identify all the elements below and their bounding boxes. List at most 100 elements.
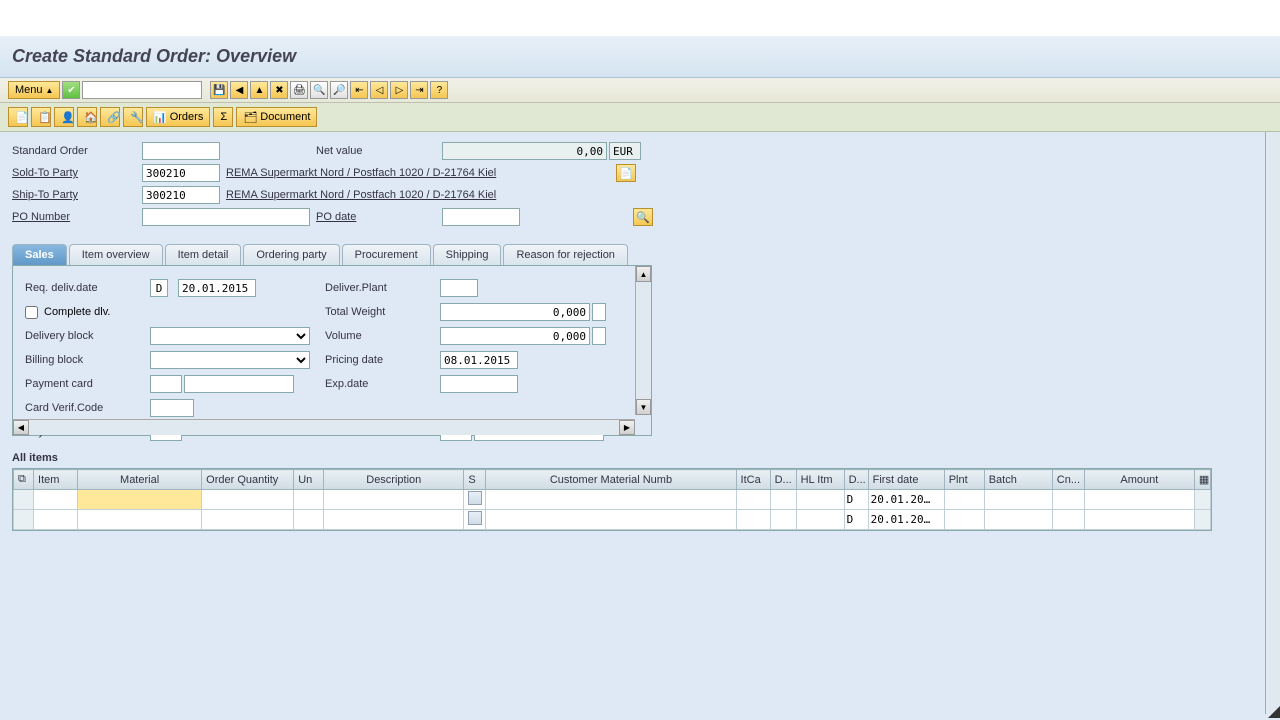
billing-block-select[interactable] [150,351,310,369]
delivery-block-label: Delivery block [25,330,150,342]
command-field[interactable] [82,81,202,99]
tab-item-overview[interactable]: Item overview [69,244,163,265]
resize-handle-icon[interactable] [1268,706,1280,718]
tab-reason-rejection[interactable]: Reason for rejection [503,244,627,265]
payment-card-number[interactable] [184,375,294,393]
delivery-block-select[interactable] [150,327,310,345]
po-date-label: PO date [316,211,442,223]
ship-to-input[interactable] [142,186,220,204]
items-grid[interactable]: ⧉ Item Material Order Quantity Un Descri… [12,468,1212,531]
org-icon[interactable]: 🏠 [77,107,97,127]
find-icon[interactable]: 🔍 [310,81,328,99]
col-qty[interactable]: Order Quantity [202,470,294,490]
display-icon[interactable]: 📄 [8,107,28,127]
orders-button[interactable]: 📊 Orders [146,107,210,127]
complete-dlv-checkbox[interactable] [25,306,38,319]
back-icon[interactable]: ◀ [230,81,248,99]
tab-sales[interactable]: Sales [12,244,67,265]
scroll-right-icon[interactable]: ▶ [619,420,635,435]
col-custmat[interactable]: Customer Material Numb [486,470,736,490]
table-row[interactable]: D 20.01.20… [14,490,1211,510]
col-s[interactable]: S [464,470,486,490]
col-hlitm[interactable]: HL Itm [796,470,844,490]
exit-icon[interactable]: ▲ [250,81,268,99]
col-select[interactable]: ⧉ [14,470,34,490]
pricing-date-input[interactable] [440,351,518,369]
cancel-icon[interactable]: ✖ [270,81,288,99]
tab-shipping[interactable]: Shipping [433,244,502,265]
tab-procurement[interactable]: Procurement [342,244,431,265]
find-next-icon[interactable]: 🔎 [330,81,348,99]
col-plnt[interactable]: Plnt [944,470,984,490]
total-weight-unit[interactable] [592,303,606,321]
row-checkbox[interactable] [468,511,482,525]
po-search-icon[interactable]: 🔍 [633,208,653,226]
partner-search-icon[interactable]: 📄 [616,164,636,182]
tab-hscroll[interactable]: ◀ ▶ [13,419,635,435]
prev-page-icon[interactable]: ◁ [370,81,388,99]
help-icon[interactable]: ? [430,81,448,99]
volume-unit[interactable] [592,327,606,345]
content-area: Standard Order Net value Sold-To Party R… [0,132,1280,720]
currency-field [609,142,641,160]
sold-to-label: Sold-To Party [12,167,142,179]
application-toolbar: 📄 📋 👤 🏠 🔗 🔧 📊 Orders Σ 🗂 Document [0,103,1280,132]
net-value-field [442,142,607,160]
last-page-icon[interactable]: ⇥ [410,81,428,99]
payment-card-type[interactable] [150,375,182,393]
card-verif-label: Card Verif.Code [25,402,150,414]
enter-button[interactable]: ✔ [62,81,80,99]
total-weight-label: Total Weight [325,306,440,318]
sum-icon[interactable]: Σ [213,107,233,127]
config-icon[interactable]: 🔧 [123,107,143,127]
exp-date-input[interactable] [440,375,518,393]
link-icon[interactable]: 🔗 [100,107,120,127]
document-button[interactable]: 🗂 Document [236,107,317,127]
req-deliv-date[interactable] [178,279,256,297]
tab-ordering-party[interactable]: Ordering party [243,244,339,265]
first-page-icon[interactable]: ⇤ [350,81,368,99]
sold-to-input[interactable] [142,164,220,182]
col-d2[interactable]: D... [844,470,868,490]
col-item[interactable]: Item [34,470,78,490]
tab-item-detail[interactable]: Item detail [165,244,242,265]
partner-icon[interactable]: 👤 [54,107,74,127]
tabstrip: Sales Item overview Item detail Ordering… [12,244,652,266]
po-number-label: PO Number [12,211,142,223]
row-checkbox[interactable] [468,491,482,505]
col-d1[interactable]: D... [770,470,796,490]
col-cn[interactable]: Cn... [1052,470,1084,490]
scroll-down-icon[interactable]: ▼ [636,399,651,415]
exp-date-label: Exp.date [325,378,440,390]
col-itca[interactable]: ItCa [736,470,770,490]
total-weight-field [440,303,590,321]
req-deliv-type[interactable] [150,279,168,297]
sold-to-text: REMA Supermarkt Nord / Postfach 1020 / D… [226,167,616,179]
complete-dlv-label: Complete dlv. [44,306,110,318]
scroll-up-icon[interactable]: ▲ [636,266,651,282]
col-material[interactable]: Material [78,470,202,490]
po-number-input[interactable] [142,208,310,226]
tab-vscroll[interactable]: ▲ ▼ [635,266,651,415]
menu-button[interactable]: Menu▲ [8,81,60,99]
col-un[interactable]: Un [294,470,324,490]
card-verif-input[interactable] [150,399,194,417]
col-desc[interactable]: Description [324,470,464,490]
standard-order-input[interactable] [142,142,220,160]
save-icon[interactable]: 💾 [210,81,228,99]
deliver-plant-input[interactable] [440,279,478,297]
page-vscroll[interactable] [1265,132,1279,714]
col-config-icon[interactable]: ▦ [1194,470,1210,490]
next-page-icon[interactable]: ▷ [390,81,408,99]
header-icon[interactable]: 📋 [31,107,51,127]
print-icon[interactable]: 🖨 [290,81,308,99]
scroll-left-icon[interactable]: ◀ [13,420,29,435]
po-date-input[interactable] [442,208,520,226]
pricing-date-label: Pricing date [325,354,440,366]
grid-header-row: ⧉ Item Material Order Quantity Un Descri… [14,470,1211,490]
col-batch[interactable]: Batch [984,470,1052,490]
col-firstdate[interactable]: First date [868,470,944,490]
col-amount[interactable]: Amount [1084,470,1194,490]
table-row[interactable]: D 20.01.20… [14,510,1211,530]
standard-order-label: Standard Order [12,145,142,157]
